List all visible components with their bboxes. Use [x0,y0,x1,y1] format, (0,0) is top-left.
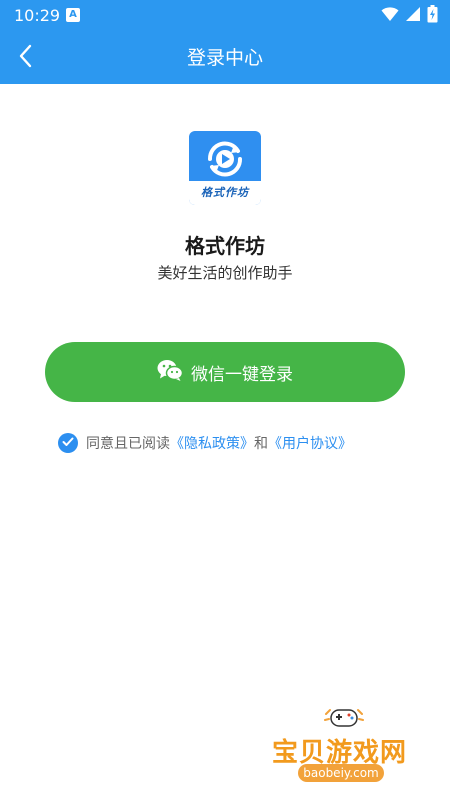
refresh-play-icon [203,137,247,185]
privacy-policy-link[interactable]: 《隐私政策》 [170,433,254,453]
page-title: 登录中心 [186,47,263,69]
wifi-icon [381,6,399,26]
wechat-login-button[interactable]: 微信一键登录 [45,342,405,402]
status-time: 10:29 [14,6,61,25]
watermark: 宝贝游戏网 baobeiy.com [268,700,418,792]
a-icon: A [66,8,80,22]
signal-icon [405,6,421,26]
status-bar: 10:29 A [0,0,450,32]
agreement-row: 同意且已阅读 《隐私政策》 和 《用户协议》 [58,432,352,454]
user-agreement-link[interactable]: 《用户协议》 [268,433,352,453]
status-icons [381,5,438,27]
app-logo: 格式作坊 [189,131,261,205]
wechat-login-label: 微信一键登录 [191,364,293,385]
agreement-conjunction: 和 [254,436,268,452]
logo-caption: 格式作坊 [189,181,261,205]
agree-checkbox[interactable] [58,433,78,453]
app-slogan: 美好生活的创作助手 [157,264,293,282]
wechat-icon [157,359,184,386]
agreement-prefix: 同意且已阅读 [86,436,170,452]
watermark-url: baobeiy.com [298,764,384,782]
check-icon [62,435,74,451]
login-screen: 10:29 A 登录中心 格式作坊 格式作坊 美好生活的创作助手 微信一键登录 … [0,0,450,800]
app-bar: 登录中心 [0,32,450,84]
battery-charging-icon [427,5,438,27]
app-name: 格式作坊 [185,234,265,258]
chevron-left-icon [18,44,34,72]
back-button[interactable] [8,40,44,76]
